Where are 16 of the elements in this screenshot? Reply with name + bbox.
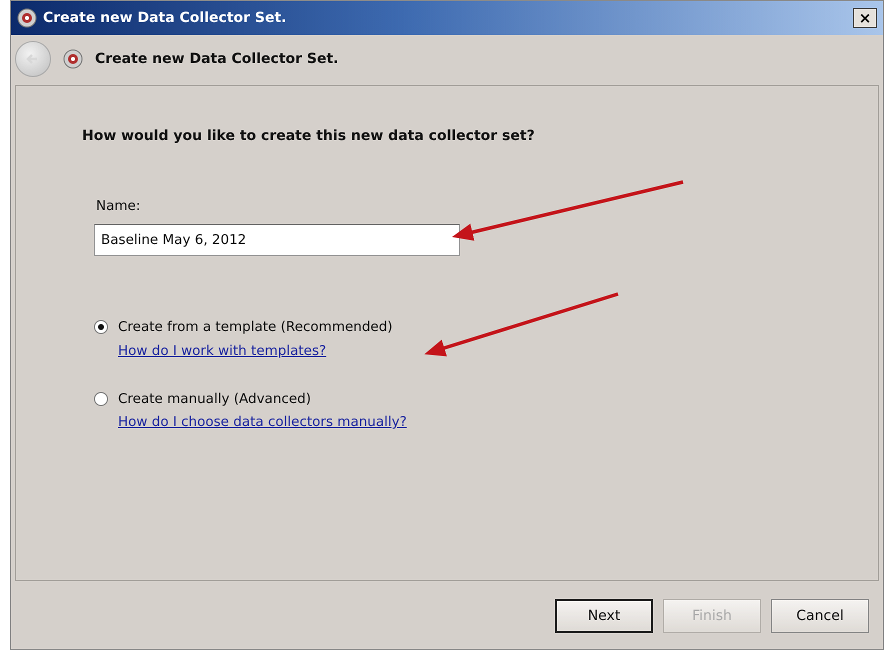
option-label[interactable]: Create from a template (Recommended) xyxy=(118,317,393,338)
radio-button[interactable] xyxy=(94,392,108,406)
question-text: How would you like to create this new data collector set? xyxy=(82,127,536,146)
wizard-button[interactable]: Cancel xyxy=(771,599,869,633)
close-button[interactable]: × xyxy=(853,8,877,28)
app-icon xyxy=(63,49,83,69)
window-title: Create new Data Collector Set. xyxy=(43,8,286,28)
wizard-button[interactable]: Next xyxy=(555,599,653,633)
help-link[interactable]: How do I choose data collectors manually? xyxy=(118,412,407,432)
app-icon xyxy=(17,8,37,28)
option-label[interactable]: Create manually (Advanced) xyxy=(118,388,311,409)
name-label: Name: xyxy=(96,197,142,216)
help-link[interactable]: How do I work with templates? xyxy=(118,340,326,361)
wizard-title: Create new Data Collector Set. xyxy=(95,50,338,68)
name-field[interactable]: Baseline May 6, 2012 xyxy=(94,224,460,256)
radio-button[interactable] xyxy=(94,320,108,334)
